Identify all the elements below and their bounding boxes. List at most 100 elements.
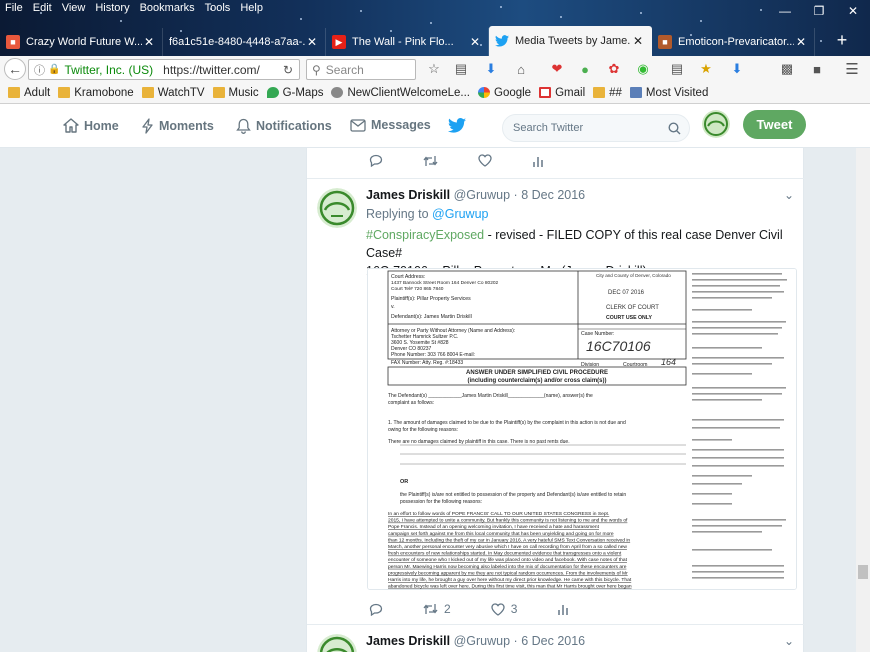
tab-title: f6a1c51e-8480-4448-a7aa-... [169, 36, 305, 48]
window-controls: — ❐ ✕ [768, 0, 870, 22]
menu-bookmarks[interactable]: Bookmarks [135, 0, 200, 18]
download-icon[interactable]: ⬇ [482, 60, 500, 78]
bookmark-hashhash[interactable]: ## [593, 87, 622, 99]
doc-body-line: March, another personal encounter very a… [388, 544, 627, 550]
retweet-action[interactable]: 2 [423, 602, 451, 616]
tab-the-wall[interactable]: ▶ The Wall - Pink Flo... ✕ [326, 28, 489, 56]
menu-edit[interactable]: Edit [28, 0, 57, 18]
tweet-date[interactable]: 8 Dec 2016 [521, 188, 585, 202]
retweet-count: 2 [444, 602, 451, 616]
analytics-action[interactable] [557, 603, 569, 615]
bookmark-star-icon[interactable]: ☆ [425, 60, 443, 78]
doc-page-two-line [692, 457, 784, 459]
tab-close-icon[interactable]: ✕ [305, 35, 319, 49]
reply-to-handle[interactable]: @Gruwup [432, 207, 488, 221]
bookmark-watchtv[interactable]: WatchTV [141, 87, 205, 99]
menu-file[interactable]: File [0, 0, 28, 18]
bookmark-newclient[interactable]: NewClientWelcomeLe... [331, 87, 470, 99]
menu-help[interactable]: Help [235, 0, 268, 18]
tab-close-icon[interactable]: ✕ [468, 35, 482, 49]
bookmark-gmail[interactable]: Gmail [539, 87, 585, 99]
hashtag-link[interactable]: #ConspiracyExposed [366, 228, 484, 242]
twitter-search-input[interactable]: Search Twitter [502, 114, 690, 142]
nav-messages[interactable]: Messages [350, 118, 431, 132]
minimize-icon[interactable]: — [768, 0, 802, 22]
menu-view[interactable]: View [57, 0, 91, 18]
nav-home[interactable]: Home [63, 118, 119, 133]
retweet-action[interactable] [423, 155, 438, 167]
like-action[interactable] [478, 154, 492, 167]
author-name[interactable]: James Driskill [366, 634, 450, 648]
bookmark-most-visited[interactable]: Most Visited [629, 87, 708, 99]
tweet-author-avatar[interactable] [317, 188, 357, 228]
close-window-icon[interactable]: ✕ [836, 0, 870, 22]
tab-media-tweets[interactable]: Media Tweets by Jame... ✕ [489, 26, 652, 56]
tab-close-icon[interactable]: ✕ [142, 35, 156, 49]
doc-page-two-line [692, 321, 786, 323]
url-bar[interactable]: ⓘ 🔒 Twitter, Inc. (US) https://twitter.c… [28, 59, 300, 80]
reply-action[interactable] [369, 154, 383, 167]
star-dot [640, 12, 642, 14]
bookmark-music[interactable]: Music [212, 87, 259, 99]
bell-icon [236, 118, 251, 134]
author-name[interactable]: James Driskill [366, 188, 450, 202]
green-extension-icon[interactable]: ◉ [634, 60, 652, 78]
menu-history[interactable]: History [90, 0, 134, 18]
back-arrow-icon[interactable]: ← [4, 58, 26, 80]
doc-page-two-line [692, 291, 784, 293]
most-visited-icon [629, 87, 642, 98]
doc-page-two-line [692, 519, 786, 521]
window-titlebar: File Edit View History Bookmarks Tools H… [0, 0, 870, 56]
home-icon[interactable]: ⌂ [512, 60, 530, 78]
info-icon[interactable]: ⓘ [34, 62, 45, 78]
menu-tools[interactable]: Tools [200, 0, 236, 18]
doc-page-two-line [692, 309, 752, 311]
twitter-logo-icon[interactable] [448, 118, 466, 133]
author-handle[interactable]: @Gruwup [454, 634, 510, 648]
tweet-date[interactable]: 6 Dec 2016 [521, 634, 585, 648]
nav-moments[interactable]: Moments [142, 118, 214, 134]
reply-action[interactable] [369, 603, 383, 616]
author-handle[interactable]: @Gruwup [454, 188, 510, 202]
reading-list-icon[interactable]: ▤ [452, 60, 470, 78]
extension-menu-icon[interactable]: ■ [808, 60, 826, 78]
doc-page-two-line [692, 357, 784, 359]
scrollbar-thumb[interactable] [858, 565, 868, 579]
new-tab-icon[interactable]: + [830, 29, 854, 51]
color-extension-icon[interactable]: ✿ [605, 60, 623, 78]
chat-extension-icon[interactable]: ● [576, 60, 594, 78]
chevron-down-icon[interactable]: ⌄ [784, 634, 794, 648]
tab-uuid-page[interactable]: f6a1c51e-8480-4448-a7aa-... ✕ [163, 28, 326, 56]
like-action[interactable]: 3 [491, 602, 517, 616]
download-status-icon[interactable]: ⬇ [728, 60, 746, 78]
tab-emoticon[interactable]: ■ Emoticon-Prevaricator... ✕ [652, 28, 815, 56]
yellow-extension-icon[interactable]: ★ [697, 60, 715, 78]
url-text[interactable]: https://twitter.com/ [163, 63, 260, 77]
profile-avatar[interactable] [702, 110, 730, 138]
doc-page-two-line [692, 427, 780, 429]
page-extension-icon[interactable]: ▤ [668, 60, 686, 78]
tweet-media-image[interactable]: Court Address: 1437 Bannock Street Room … [367, 268, 797, 590]
browser-search-input[interactable]: ⚲ Search [306, 59, 416, 80]
nav-notifications[interactable]: Notifications [236, 118, 332, 134]
bookmark-gmaps[interactable]: G-Maps [266, 87, 323, 99]
doc-page-two-line [692, 273, 782, 275]
restore-icon[interactable]: ❐ [802, 0, 836, 22]
tab-close-icon[interactable]: ✕ [631, 34, 645, 48]
tab-close-icon[interactable]: ✕ [794, 35, 808, 49]
bookmark-google[interactable]: Google [478, 87, 531, 99]
analytics-action[interactable] [532, 155, 544, 167]
tweet-button[interactable]: Tweet [743, 110, 806, 139]
reload-icon[interactable]: ↻ [283, 63, 293, 77]
tweet-author-avatar[interactable] [317, 634, 357, 652]
bookmark-kramobone[interactable]: Kramobone [58, 87, 134, 99]
doc-page-two-line [692, 531, 762, 533]
chevron-down-icon[interactable]: ⌄ [784, 188, 794, 202]
bookmark-adult[interactable]: Adult [8, 87, 50, 99]
tab-crazy-world[interactable]: ■ Crazy World Future W... ✕ [0, 28, 163, 56]
tab-title: The Wall - Pink Flo... [352, 36, 454, 48]
screenshot-icon[interactable]: ▩ [778, 60, 796, 78]
folder-icon [8, 87, 20, 98]
hamburger-menu-icon[interactable]: ☰ [843, 60, 861, 78]
pocket-icon[interactable]: ❤ [548, 60, 566, 78]
